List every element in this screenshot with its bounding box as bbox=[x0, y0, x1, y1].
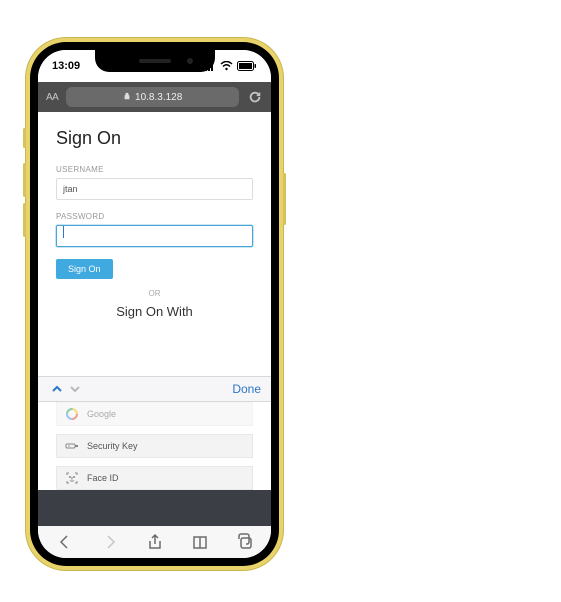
address-text: 10.8.3.128 bbox=[135, 92, 182, 103]
provider-label: Face ID bbox=[87, 473, 119, 483]
google-icon bbox=[65, 407, 79, 421]
phone-device-frame: 13:09 AA bbox=[26, 38, 283, 570]
wifi-icon bbox=[220, 61, 233, 71]
bookmarks-button[interactable] bbox=[190, 532, 210, 552]
volume-up-button bbox=[23, 163, 26, 197]
provider-google[interactable]: Google bbox=[56, 402, 253, 426]
page-title: Sign On bbox=[56, 128, 253, 149]
screen: 13:09 AA bbox=[38, 50, 271, 558]
keyboard-done-button[interactable]: Done bbox=[232, 382, 261, 396]
sign-on-with-heading: Sign On With bbox=[56, 304, 253, 319]
prev-field-button[interactable] bbox=[48, 380, 66, 398]
password-label: PASSWORD bbox=[56, 212, 253, 221]
browser-url-bar: AA 10.8.3.128 bbox=[38, 82, 271, 112]
text-size-button[interactable]: AA bbox=[46, 92, 58, 103]
next-field-button[interactable] bbox=[66, 380, 84, 398]
page-footer bbox=[38, 490, 271, 526]
username-input[interactable] bbox=[56, 178, 253, 200]
refresh-button[interactable] bbox=[247, 89, 263, 105]
front-camera bbox=[187, 58, 193, 64]
tabs-button[interactable] bbox=[235, 532, 255, 552]
provider-security-key[interactable]: Security Key bbox=[56, 434, 253, 458]
sign-on-button[interactable]: Sign On bbox=[56, 259, 113, 279]
provider-label: Google bbox=[87, 409, 116, 419]
lock-icon bbox=[123, 92, 131, 103]
browser-toolbar bbox=[38, 524, 271, 558]
provider-label: Security Key bbox=[87, 441, 138, 451]
security-key-icon bbox=[65, 439, 79, 453]
keyboard-accessory-bar: Done bbox=[38, 376, 271, 402]
text-cursor bbox=[63, 226, 64, 238]
forward-button[interactable] bbox=[100, 532, 120, 552]
username-field-group: USERNAME bbox=[56, 165, 253, 200]
power-button bbox=[283, 173, 286, 225]
address-field[interactable]: 10.8.3.128 bbox=[66, 87, 239, 107]
provider-face-id[interactable]: Face ID bbox=[56, 466, 253, 490]
notch bbox=[95, 50, 215, 72]
share-button[interactable] bbox=[145, 532, 165, 552]
or-divider: OR bbox=[56, 289, 253, 298]
speaker bbox=[139, 59, 171, 63]
provider-list: Google Security Key Face ID bbox=[56, 402, 253, 498]
face-id-icon bbox=[65, 471, 79, 485]
password-input[interactable] bbox=[56, 225, 253, 247]
volume-down-button bbox=[23, 203, 26, 237]
phone-bezel: 13:09 AA bbox=[30, 42, 279, 566]
back-button[interactable] bbox=[55, 532, 75, 552]
status-time: 13:09 bbox=[52, 60, 80, 72]
battery-icon bbox=[237, 61, 257, 71]
side-button bbox=[23, 128, 26, 148]
username-label: USERNAME bbox=[56, 165, 253, 174]
password-field-group: PASSWORD bbox=[56, 212, 253, 247]
